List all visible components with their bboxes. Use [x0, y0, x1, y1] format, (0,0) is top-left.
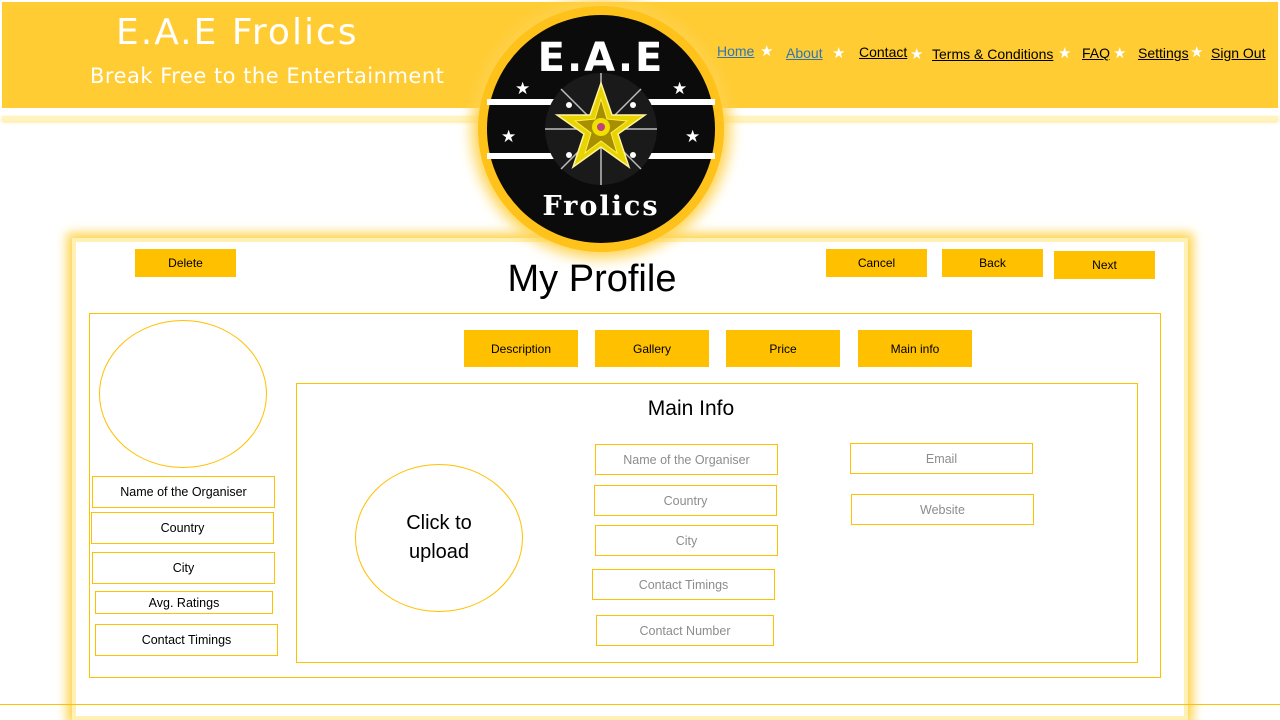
organiser-name-field[interactable]: Name of the Organiser [595, 444, 778, 475]
country-field[interactable]: Country [594, 485, 777, 516]
back-button[interactable]: Back [942, 249, 1043, 277]
email-field[interactable]: Email [850, 443, 1033, 474]
tab-price[interactable]: Price [726, 330, 840, 367]
sidebar-contact-timings: Contact Timings [95, 624, 278, 656]
nav-about-link[interactable]: About [786, 45, 823, 61]
page-title: My Profile [507, 258, 677, 300]
sidebar-avg-ratings: Avg. Ratings [95, 591, 273, 614]
logo-top-text: E.A.E [537, 35, 665, 81]
nav-star-icon: ★ [1113, 45, 1127, 62]
cancel-button[interactable]: Cancel [826, 249, 927, 277]
sidebar-country: Country [91, 512, 274, 544]
sidebar-organiser-name: Name of the Organiser [92, 476, 275, 508]
nav-signout-link[interactable]: Sign Out [1211, 45, 1265, 61]
nav-star-icon: ★ [910, 46, 924, 63]
logo-emblem-icon [545, 73, 657, 185]
next-button[interactable]: Next [1054, 251, 1155, 279]
nav-faq-link[interactable]: FAQ [1082, 45, 1110, 61]
logo-badge: E.A.E Frolics ★ ★ ★ ★ [487, 15, 715, 243]
contact-number-field[interactable]: Contact Number [596, 615, 774, 646]
logo-star-icon: ★ [501, 127, 517, 146]
tab-description[interactable]: Description [464, 330, 578, 367]
logo-star-icon: ★ [685, 127, 701, 146]
logo-star-icon: ★ [672, 79, 688, 98]
nav-star-icon: ★ [1190, 44, 1204, 61]
city-field[interactable]: City [595, 525, 778, 556]
nav-star-icon: ★ [832, 45, 846, 62]
brand-tagline: Break Free to the Entertainment [90, 64, 445, 88]
brand-logo[interactable]: E.A.E Frolics ★ ★ ★ ★ [478, 6, 724, 252]
profile-avatar[interactable] [99, 320, 267, 468]
tab-main-info[interactable]: Main info [858, 330, 972, 367]
upload-photo-button[interactable]: Click to upload [355, 464, 523, 612]
nav-terms-link[interactable]: Terms & Conditions [932, 46, 1053, 62]
delete-button[interactable]: Delete [135, 249, 236, 277]
tab-gallery[interactable]: Gallery [595, 330, 709, 367]
upload-label: Click to upload [356, 509, 522, 567]
website-field[interactable]: Website [851, 494, 1034, 525]
logo-star-icon: ★ [515, 79, 531, 98]
main-info-title: Main Info [647, 397, 735, 420]
upload-label-line1: Click to [406, 512, 472, 534]
sidebar-city: City [92, 552, 275, 584]
nav-home-link[interactable]: Home [717, 43, 754, 59]
contact-timings-field[interactable]: Contact Timings [592, 569, 775, 600]
upload-label-line2: upload [408, 541, 470, 563]
footer-divider [0, 704, 1280, 705]
nav-contact-link[interactable]: Contact [859, 44, 907, 60]
logo-bottom-text: Frolics [542, 191, 660, 222]
nav-settings-link[interactable]: Settings [1138, 45, 1189, 61]
brand-title: E.A.E Frolics [116, 12, 359, 53]
nav-star-icon: ★ [760, 43, 774, 60]
nav-star-icon: ★ [1058, 45, 1072, 62]
